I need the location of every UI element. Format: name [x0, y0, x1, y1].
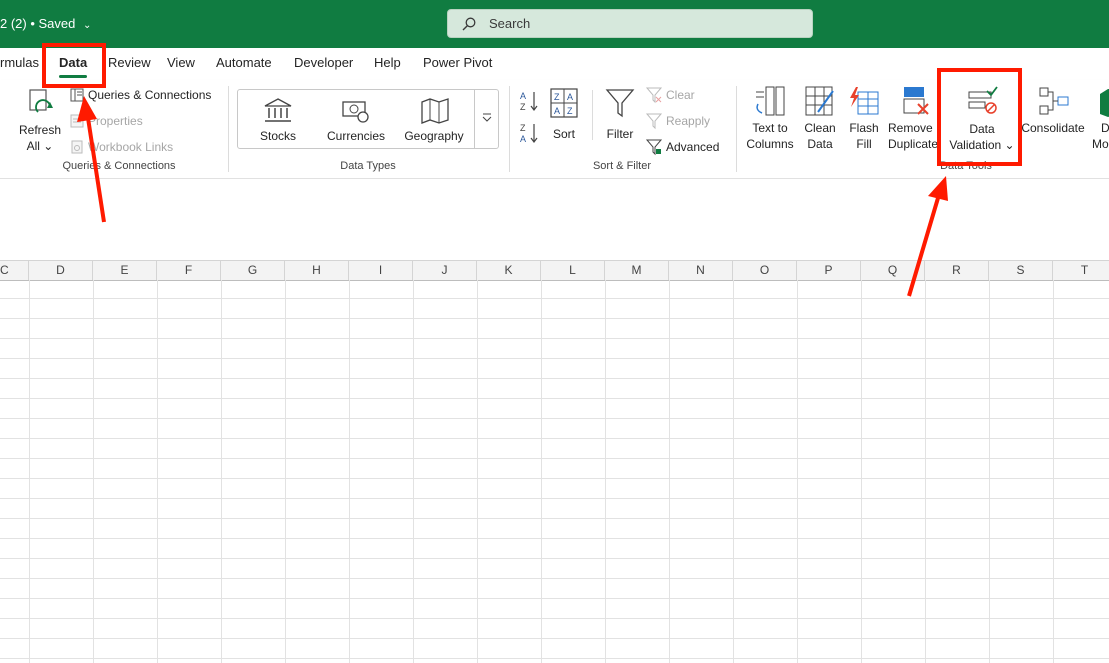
annotation-arrow-icon	[77, 96, 948, 297]
